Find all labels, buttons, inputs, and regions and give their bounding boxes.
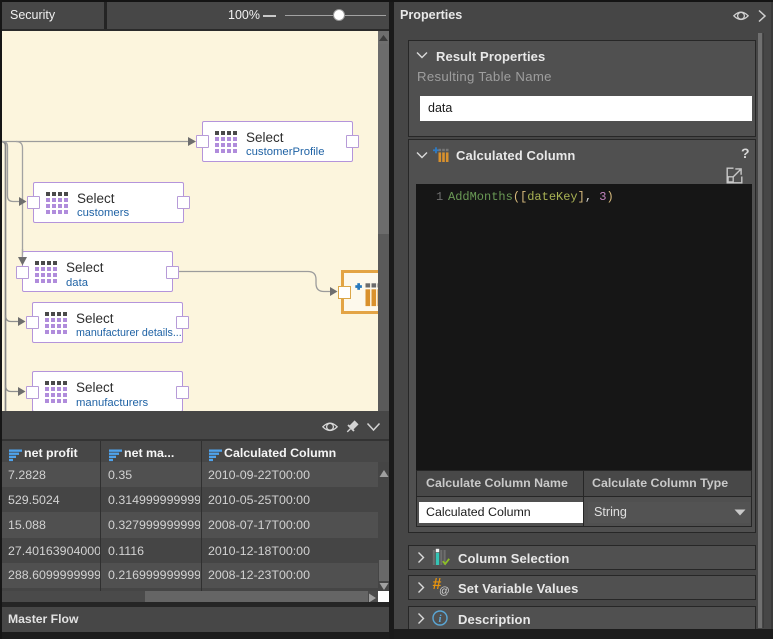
svg-text:i: i — [438, 613, 442, 625]
